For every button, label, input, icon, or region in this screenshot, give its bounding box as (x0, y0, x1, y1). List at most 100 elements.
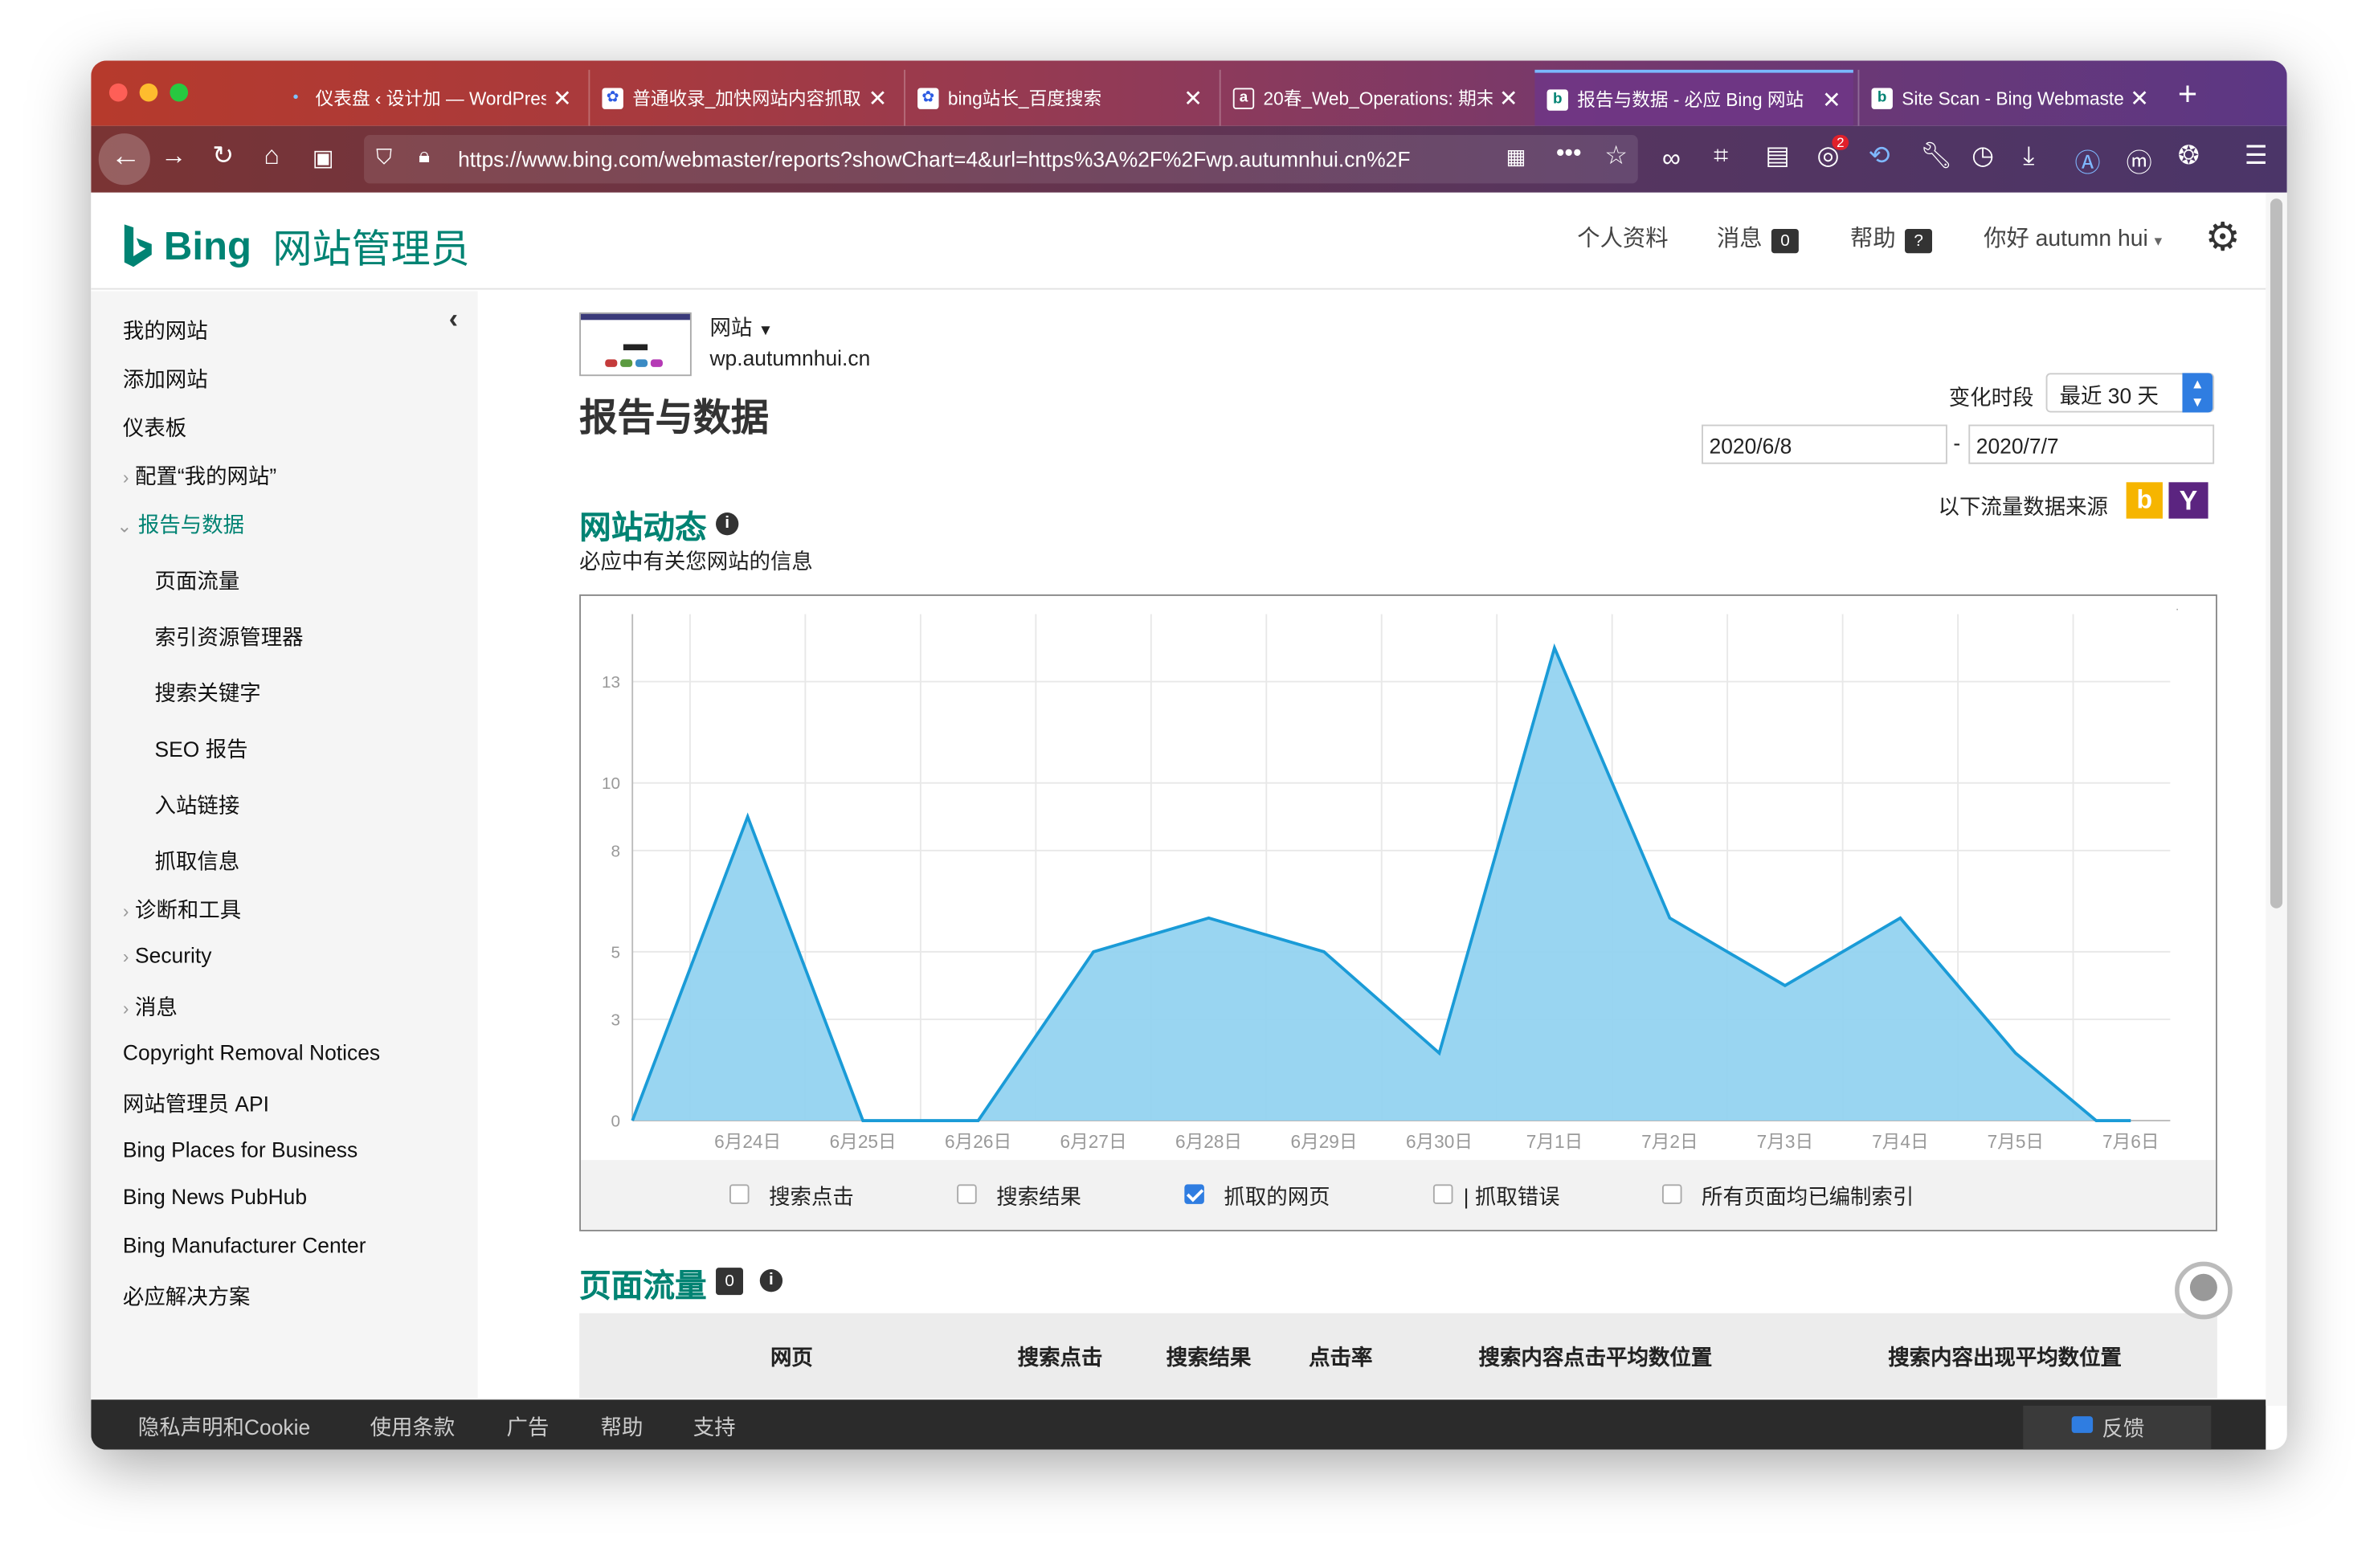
user-greeting: 你好 autumn hui (1984, 226, 2148, 252)
legend-search-clicks[interactable]: 搜索点击 (769, 1182, 854, 1212)
scrollbar-thumb[interactable] (2270, 198, 2283, 909)
sidebar-item-crawl-info[interactable]: 抓取信息 (155, 846, 240, 876)
messages-link[interactable]: 消息 0 (1717, 222, 1800, 254)
period-select[interactable]: 最近 30 天 ▲ ▼ (2045, 373, 2215, 413)
zoom-window-icon[interactable] (170, 83, 189, 102)
new-tab-icon[interactable]: + (2178, 75, 2197, 114)
sidebar-item-configure[interactable]: › 配置“我的网站” (123, 461, 276, 492)
tab-wordpress[interactable]: • 仪表盘 ‹ 设计加 — WordPress ✕ (273, 70, 584, 126)
extension-owl-icon[interactable]: ❂ (2178, 141, 2200, 172)
legend-crawl-errors[interactable]: | 抓取错误 (1464, 1182, 1560, 1212)
col-search-clicks[interactable]: 搜索点击 (1018, 1342, 1103, 1373)
qr-code-icon[interactable]: ▦ (1506, 144, 1526, 169)
canvas-icon: a (1232, 87, 1255, 108)
col-ctr[interactable]: 点击率 (1309, 1342, 1372, 1373)
home-icon[interactable]: ⌂ (264, 141, 279, 172)
col-avg-click-position[interactable]: 搜索内容点击平均数位置 (1479, 1342, 1713, 1373)
sidebar-item-dashboard[interactable]: 仪表板 (123, 412, 186, 443)
sidebar-item-api[interactable]: 网站管理员 API (123, 1088, 269, 1119)
tab-baidu-1[interactable]: ✿ 普通收录_加快网站内容抓取 ✕ (588, 69, 899, 126)
footer-support-link[interactable]: 支持 (693, 1412, 736, 1443)
hamburger-menu-icon[interactable]: ☰ (2245, 141, 2268, 172)
history-clock-icon[interactable]: ◷ (1971, 141, 1994, 172)
sidebar-item-my-sites[interactable]: 我的网站 (123, 316, 208, 346)
footer-privacy-link[interactable]: 隐私声明和Cookie (138, 1412, 310, 1443)
help-link[interactable]: 帮助? (1850, 222, 1933, 254)
user-menu[interactable]: 你好 autumn hui ▾ (1984, 222, 2162, 254)
sidebar-item-pubhub[interactable]: Bing News PubHub (123, 1184, 307, 1208)
sidebar-item-reports[interactable]: ⌄ 报告与数据 (116, 509, 244, 540)
col-search-results[interactable]: 搜索结果 (1167, 1342, 1252, 1373)
tab-site-scan[interactable]: b Site Scan - Bing Webmaster ✕ (1857, 69, 2162, 126)
profile-link[interactable]: 个人资料 (1577, 222, 1668, 254)
screenshot-icon[interactable]: ▣ (313, 144, 334, 171)
search-results-checkbox[interactable] (957, 1184, 977, 1204)
bookmark-star-icon[interactable]: ☆ (1604, 141, 1628, 172)
bing-logo[interactable]: Bing 网站管理员 (121, 218, 470, 275)
sidebar-item-page-traffic[interactable]: 页面流量 (155, 566, 240, 596)
footer-help-link[interactable]: 帮助 (601, 1412, 644, 1443)
sidebar-item-inbound-links[interactable]: 入站链接 (155, 790, 240, 821)
sidebar-item-add-site[interactable]: 添加网站 (123, 364, 208, 394)
tab-baidu-2[interactable]: ✿ bing站长_百度搜索 ✕ (904, 69, 1215, 126)
extension-m-icon[interactable]: ⓜ (2127, 141, 2152, 179)
sidebar-item-index-explorer[interactable]: 索引资源管理器 (155, 622, 304, 652)
sidebar-item-solutions[interactable]: 必应解决方案 (123, 1281, 251, 1312)
tab-canvas[interactable]: a 20春_Web_Operations: 期末 ✕ (1219, 69, 1530, 126)
sidebar-item-manufacturer[interactable]: Bing Manufacturer Center (123, 1233, 366, 1257)
mask-icon[interactable]: ∞ (1662, 144, 1681, 174)
tab-close-icon[interactable]: ✕ (1183, 84, 1203, 112)
site-selector[interactable]: 网站 ▼ (709, 312, 773, 343)
tab-close-icon[interactable]: ✕ (868, 84, 888, 112)
collapse-sidebar-icon[interactable]: ‹ (449, 304, 458, 336)
date-from-input[interactable]: 2020/6/8 (1702, 424, 1947, 464)
reload-icon[interactable]: ↻ (212, 141, 234, 172)
reader-icon[interactable]: ▤ (1765, 141, 1789, 172)
indexed-pages-checkbox[interactable] (1661, 1184, 1682, 1204)
url-bar[interactable]: ⛉ 🔒︎ https://www.bing.com/webmaster/repo… (364, 135, 1638, 184)
chat-bubble-button[interactable] (2175, 1261, 2233, 1320)
download-icon[interactable]: ⤓ (2023, 141, 2034, 172)
info-icon[interactable]: i (716, 512, 739, 536)
footer-terms-link[interactable]: 使用条款 (370, 1412, 456, 1443)
date-to-input[interactable]: 2020/7/7 (1968, 424, 2215, 464)
sidebar-item-diagnostics[interactable]: › 诊断和工具 (123, 895, 241, 925)
sidebar-item-messages[interactable]: › 消息 (123, 992, 178, 1023)
legend-search-results[interactable]: 搜索结果 (996, 1182, 1081, 1212)
forward-icon[interactable]: → (161, 141, 186, 172)
sidebar-item-bing-places[interactable]: Bing Places for Business (123, 1137, 358, 1162)
tab-bing-reports[interactable]: b 报告与数据 - 必应 Bing 网站 ✕ (1534, 69, 1853, 126)
yahoo-source-icon[interactable]: Y (2168, 482, 2208, 519)
info-icon[interactable]: i (759, 1269, 783, 1292)
search-clicks-checkbox[interactable] (729, 1184, 750, 1204)
sidebar-item-copyright[interactable]: Copyright Removal Notices (123, 1040, 380, 1064)
more-actions-icon[interactable]: ••• (1556, 141, 1582, 169)
tab-close-icon[interactable]: ✕ (1822, 86, 1841, 113)
tab-close-icon[interactable]: ✕ (553, 84, 572, 112)
footer-ads-link[interactable]: 广告 (507, 1412, 550, 1443)
crawl-errors-checkbox[interactable] (1432, 1184, 1453, 1204)
col-page[interactable]: 网页 (770, 1342, 813, 1373)
page-scrollbar[interactable] (2266, 192, 2287, 1406)
wrench-icon[interactable]: 🔧︎ (1920, 141, 1953, 172)
sidebar-item-security[interactable]: › Security (123, 943, 212, 967)
url-text[interactable]: https://www.bing.com/webmaster/reports?s… (458, 147, 1519, 171)
legend-crawled-pages[interactable]: 抓取的网页 (1224, 1182, 1330, 1212)
feedback-button[interactable]: 反馈 (2023, 1405, 2212, 1450)
close-window-icon[interactable] (108, 83, 128, 102)
translate-icon[interactable]: Ⓐ (2074, 141, 2100, 179)
back-button[interactable]: ← (98, 133, 150, 186)
tab-close-icon[interactable]: ✕ (1499, 84, 1518, 112)
tab-close-icon[interactable]: ✕ (2130, 84, 2149, 112)
col-avg-impression-position[interactable]: 搜索内容出现平均数位置 (1888, 1342, 2122, 1373)
crawled-pages-checkbox[interactable] (1184, 1184, 1204, 1204)
sync-crop-icon[interactable]: ⟲ (1869, 141, 1890, 172)
crop-icon[interactable]: ⌗ (1714, 141, 1728, 172)
settings-gear-icon[interactable]: ⚙ (2205, 214, 2241, 261)
minimize-window-icon[interactable] (139, 83, 158, 102)
sidebar-item-seo-reports[interactable]: SEO 报告 (155, 734, 248, 765)
site-thumbnail[interactable] (579, 312, 692, 377)
legend-indexed-pages[interactable]: 所有页面均已编制索引 (1702, 1182, 1914, 1212)
sidebar-item-search-keywords[interactable]: 搜索关键字 (155, 678, 261, 708)
bing-source-icon[interactable]: b (2126, 482, 2163, 519)
